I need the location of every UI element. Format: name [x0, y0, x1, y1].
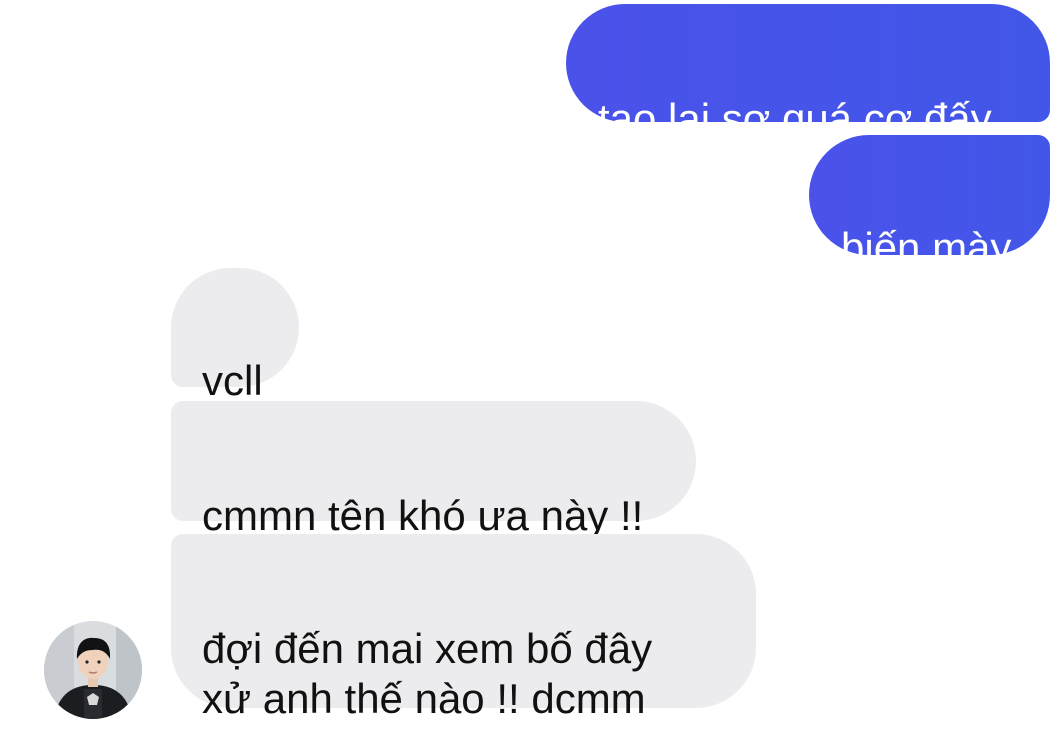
- message-text: cmmn tên khó ưa này !!: [202, 492, 644, 539]
- received-message-bubble[interactable]: cmmn tên khó ưa này !!: [171, 401, 696, 539]
- message-text: biến mày: [841, 224, 1012, 271]
- message-text: đợi đến mai xem bố đây xử anh thế nào !!…: [202, 625, 653, 722]
- sent-message-bubble[interactable]: biến mày: [809, 135, 1050, 271]
- sent-message-bubble[interactable]: tao lại sợ quá cơ đấy: [566, 4, 1050, 142]
- message-text: vcll: [202, 357, 263, 404]
- received-message-bubble[interactable]: vcll: [171, 268, 299, 404]
- avatar-photo-icon: [44, 621, 142, 719]
- received-message-bubble[interactable]: đợi đến mai xem bố đây xử anh thế nào !!…: [171, 534, 756, 722]
- contact-avatar[interactable]: [44, 621, 142, 719]
